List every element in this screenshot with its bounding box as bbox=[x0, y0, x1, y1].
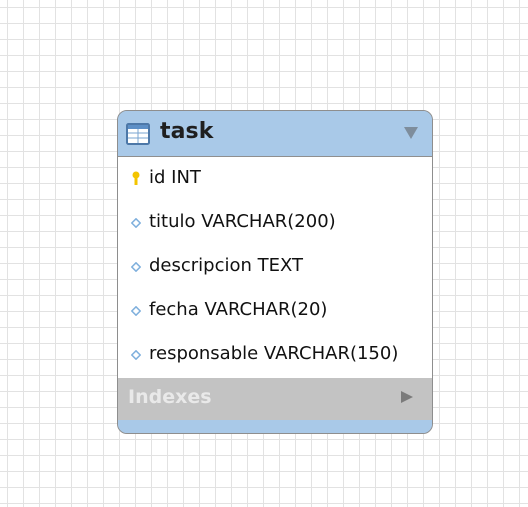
table-header[interactable]: task bbox=[118, 111, 432, 157]
column-diamond-icon bbox=[131, 306, 141, 316]
column-label: id INT bbox=[149, 167, 201, 188]
table-title: task bbox=[160, 119, 214, 144]
column-row-titulo[interactable]: titulo VARCHAR(200) bbox=[118, 201, 432, 245]
column-diamond-icon bbox=[131, 262, 141, 272]
triangle-down-icon[interactable] bbox=[404, 127, 418, 139]
column-row-fecha[interactable]: fecha VARCHAR(20) bbox=[118, 289, 432, 333]
triangle-right-icon[interactable] bbox=[401, 391, 413, 403]
column-diamond-icon bbox=[131, 218, 141, 228]
columns-list: id INT titulo VARCHAR(200) descripcion T… bbox=[118, 157, 432, 378]
column-row-responsable[interactable]: responsable VARCHAR(150) bbox=[118, 333, 432, 377]
column-row-id[interactable]: id INT bbox=[118, 157, 432, 201]
task-table-card[interactable]: task id INT titulo VARCHAR(200) descripc… bbox=[117, 110, 433, 434]
column-label: descripcion TEXT bbox=[149, 255, 304, 276]
table-footer bbox=[118, 420, 432, 433]
indexes-section[interactable]: Indexes bbox=[118, 378, 432, 420]
column-row-descripcion[interactable]: descripcion TEXT bbox=[118, 245, 432, 289]
column-label: responsable VARCHAR(150) bbox=[149, 343, 399, 364]
er-diagram-canvas: task id INT titulo VARCHAR(200) descripc… bbox=[0, 0, 528, 507]
indexes-label: Indexes bbox=[128, 386, 212, 408]
table-icon bbox=[126, 123, 150, 145]
column-label: titulo VARCHAR(200) bbox=[149, 211, 336, 232]
primary-key-icon bbox=[132, 171, 140, 185]
column-diamond-icon bbox=[131, 350, 141, 360]
column-label: fecha VARCHAR(20) bbox=[149, 299, 328, 320]
